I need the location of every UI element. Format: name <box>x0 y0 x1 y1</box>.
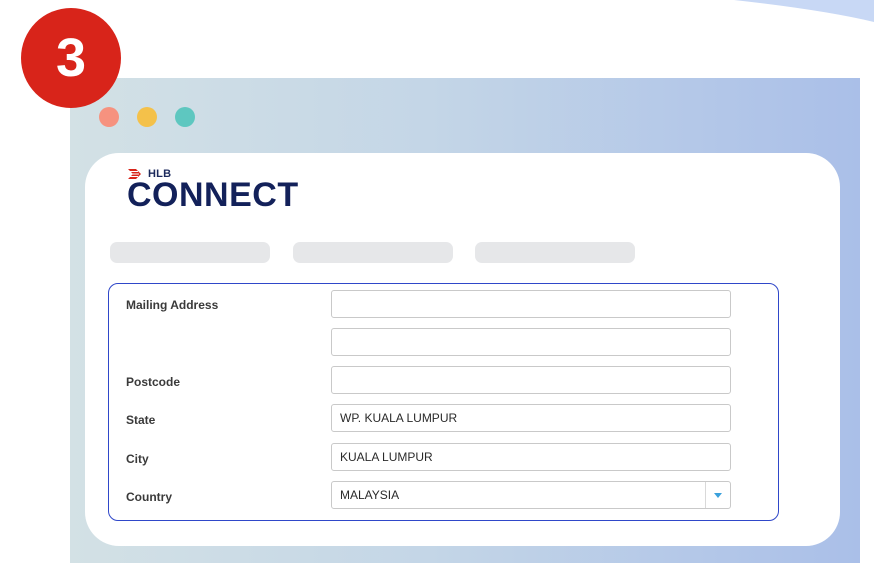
city-input[interactable]: KUALA LUMPUR <box>331 443 731 471</box>
logo-connect-text: CONNECT <box>127 176 299 214</box>
minimize-dot-icon[interactable] <box>137 107 157 127</box>
tab-placeholder-1[interactable] <box>110 242 270 263</box>
browser-window: HLB CONNECT Mailing Address Postcode Sta… <box>70 78 860 563</box>
caret-down-glyph <box>714 492 722 498</box>
close-dot-icon[interactable] <box>99 107 119 127</box>
address-form: Mailing Address Postcode State WP. KUALA… <box>108 283 779 521</box>
country-select-value: MALAYSIA <box>340 488 400 502</box>
hlb-connect-logo: HLB CONNECT <box>127 167 299 215</box>
tab-placeholder-2[interactable] <box>293 242 453 263</box>
mailing-address-line1-input[interactable] <box>331 290 731 318</box>
postcode-input[interactable] <box>331 366 731 394</box>
maximize-dot-icon[interactable] <box>175 107 195 127</box>
mailing-address-line2-input[interactable] <box>331 328 731 356</box>
country-label: Country <box>126 490 172 504</box>
decorative-swoosh <box>734 0 874 22</box>
tab-placeholder-3[interactable] <box>475 242 635 263</box>
state-label: State <box>126 413 156 427</box>
content-card: HLB CONNECT Mailing Address Postcode Sta… <box>85 153 840 546</box>
postcode-label: Postcode <box>126 375 181 389</box>
state-input[interactable]: WP. KUALA LUMPUR <box>331 404 731 432</box>
city-label: City <box>126 452 149 466</box>
window-controls <box>99 107 195 127</box>
step-number-badge: 3 <box>21 8 121 108</box>
country-select[interactable]: MALAYSIA <box>331 481 731 509</box>
caret-down-icon[interactable] <box>705 482 730 508</box>
mailing-address-label: Mailing Address <box>126 298 219 312</box>
